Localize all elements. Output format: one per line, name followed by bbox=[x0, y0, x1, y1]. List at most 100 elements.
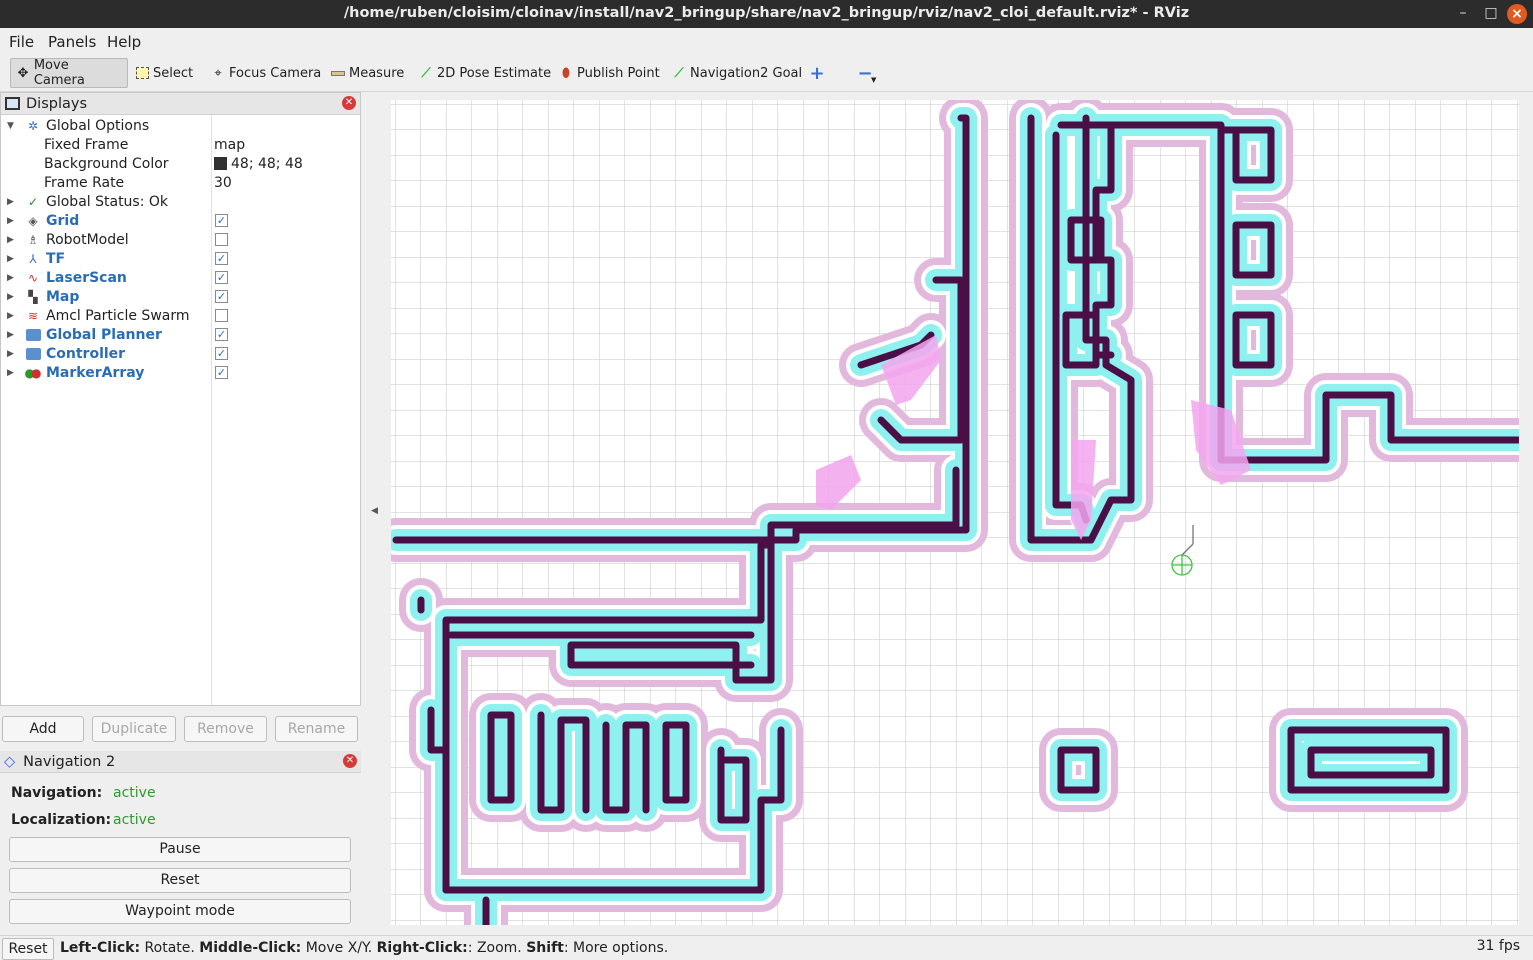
tree-row-background-color[interactable]: Background Color 48; 48; 48 bbox=[1, 154, 360, 173]
property-value[interactable]: map bbox=[214, 137, 245, 153]
pose-array-icon: ≋ bbox=[27, 308, 39, 323]
hint-key: Left-Click: bbox=[60, 940, 141, 956]
tree-row-global-status[interactable]: ▶ ✓ Global Status: Ok bbox=[1, 192, 360, 211]
measure-tool[interactable]: Measure bbox=[326, 58, 408, 88]
remove-tool-button[interactable]: − ▼ bbox=[853, 58, 880, 88]
select-icon bbox=[134, 65, 150, 81]
measure-icon bbox=[330, 65, 346, 81]
reset-navigation-button[interactable]: Reset bbox=[9, 868, 351, 893]
tree-row-tf[interactable]: ▶ ⅄ TF ✓ bbox=[1, 249, 360, 268]
add-tool-button[interactable]: + bbox=[805, 58, 832, 88]
tree-row-markerarray[interactable]: ▶ ● ● MarkerArray ✓ bbox=[1, 363, 360, 382]
rename-display-button[interactable]: Rename bbox=[275, 716, 358, 742]
collapse-left-icon[interactable]: ◀ bbox=[371, 506, 378, 516]
navigation2-panel: ◇ Navigation 2 ✕ Navigation: active Loca… bbox=[0, 751, 361, 933]
close-icon[interactable]: ✕ bbox=[343, 754, 357, 768]
displays-panel-header: Displays ✕ bbox=[1, 93, 360, 115]
color-value: 48; 48; 48 bbox=[231, 155, 303, 172]
tree-row-laserscan[interactable]: ▶ ∿ LaserScan ✓ bbox=[1, 268, 360, 287]
add-display-button[interactable]: Add bbox=[2, 716, 84, 742]
checkbox-unchecked[interactable] bbox=[215, 309, 228, 322]
expand-arrow-icon[interactable]: ▶ bbox=[7, 254, 14, 264]
menu-panels[interactable]: Panels bbox=[48, 33, 96, 51]
expand-arrow-icon[interactable]: ▶ bbox=[7, 330, 14, 340]
checkbox-checked[interactable]: ✓ bbox=[215, 214, 228, 227]
tree-row-controller[interactable]: ▶ Controller ✓ bbox=[1, 344, 360, 363]
hint-key: Middle-Click: bbox=[199, 940, 302, 956]
dropdown-arrow-icon: ▼ bbox=[871, 76, 877, 84]
window-title: /home/ruben/cloisim/cloinav/install/nav2… bbox=[343, 5, 1190, 21]
localization-status: active bbox=[113, 812, 156, 828]
gear-icon: ✲ bbox=[27, 118, 39, 133]
viewport-scrollbar[interactable] bbox=[1519, 92, 1533, 925]
close-icon[interactable]: × bbox=[1507, 4, 1527, 24]
monitor-icon bbox=[5, 97, 20, 110]
property-name: Frame Rate bbox=[44, 174, 125, 191]
waypoint-mode-button[interactable]: Waypoint mode bbox=[9, 899, 351, 924]
hint-text: : Zoom. bbox=[467, 940, 527, 956]
expand-arrow-icon[interactable]: ▶ bbox=[7, 197, 14, 207]
hint-text: : More options. bbox=[563, 940, 669, 956]
statusbar: Reset Left-Click: Rotate. Middle-Click: … bbox=[0, 935, 1533, 960]
expand-arrow-icon[interactable]: ▶ bbox=[7, 349, 14, 359]
checkbox-checked[interactable]: ✓ bbox=[215, 252, 228, 265]
nav-goal-icon: ⟋ bbox=[674, 65, 684, 81]
expand-arrow-icon[interactable]: ▶ bbox=[7, 235, 14, 245]
tree-label: Global Options bbox=[46, 117, 150, 134]
collapse-arrow-icon[interactable]: ▼ bbox=[7, 121, 14, 131]
menubar: File Panels Help bbox=[0, 28, 1533, 54]
checkbox-unchecked[interactable] bbox=[215, 233, 228, 246]
tree-row-global-options[interactable]: ▼ ✲ Global Options bbox=[1, 116, 360, 135]
expand-arrow-icon[interactable]: ▶ bbox=[7, 292, 14, 302]
tree-row-map[interactable]: ▶ ▚ Map ✓ bbox=[1, 287, 360, 306]
maximize-icon[interactable]: □ bbox=[1481, 4, 1501, 24]
property-value[interactable]: 48; 48; 48 bbox=[214, 156, 303, 172]
pause-button[interactable]: Pause bbox=[9, 837, 351, 862]
expand-arrow-icon[interactable]: ▶ bbox=[7, 273, 14, 283]
tree-row-grid[interactable]: ▶ ◈ Grid ✓ bbox=[1, 211, 360, 230]
tree-label: MarkerArray bbox=[46, 364, 145, 381]
minimize-icon[interactable]: – bbox=[1453, 4, 1473, 24]
hint-text: Move X/Y. bbox=[301, 940, 377, 956]
reset-view-button[interactable]: Reset bbox=[2, 938, 54, 960]
tree-row-amcl-particle-swarm[interactable]: ▶ ≋ Amcl Particle Swarm bbox=[1, 306, 360, 325]
nav-goal-tool[interactable]: ⟋ Navigation2 Goal bbox=[667, 58, 806, 88]
property-name: Fixed Frame bbox=[44, 136, 129, 153]
select-tool[interactable]: Select bbox=[130, 58, 197, 88]
focus-camera-tool[interactable]: ⌖ Focus Camera bbox=[206, 58, 325, 88]
expand-arrow-icon[interactable]: ▶ bbox=[7, 216, 14, 226]
tf-icon: ⅄ bbox=[29, 251, 37, 266]
checkbox-checked[interactable]: ✓ bbox=[215, 366, 228, 379]
render-viewport[interactable] bbox=[391, 100, 1519, 925]
pose-estimate-tool[interactable]: ⟋ 2D Pose Estimate bbox=[414, 58, 555, 88]
tree-row-fixed-frame[interactable]: Fixed Frame map bbox=[1, 135, 360, 154]
checkmark-icon: ✓ bbox=[27, 194, 39, 209]
checkbox-checked[interactable]: ✓ bbox=[215, 328, 228, 341]
menu-file[interactable]: File bbox=[9, 33, 34, 51]
hint-text: Rotate. bbox=[140, 940, 200, 956]
checkbox-checked[interactable]: ✓ bbox=[215, 271, 228, 284]
map-icon: ▚ bbox=[28, 289, 38, 304]
property-value[interactable]: 30 bbox=[214, 175, 232, 191]
remove-display-button[interactable]: Remove bbox=[184, 716, 267, 742]
duplicate-display-button[interactable]: Duplicate bbox=[92, 716, 176, 742]
tool-label: 2D Pose Estimate bbox=[437, 65, 552, 81]
navigation-label: Navigation: bbox=[11, 785, 103, 801]
menu-help[interactable]: Help bbox=[107, 33, 141, 51]
tool-label: Select bbox=[153, 65, 194, 81]
close-icon[interactable]: ✕ bbox=[342, 96, 356, 110]
expand-arrow-icon[interactable]: ▶ bbox=[7, 311, 14, 321]
checkbox-checked[interactable]: ✓ bbox=[215, 290, 228, 303]
map-canvas[interactable] bbox=[391, 100, 1519, 925]
tree-row-global-planner[interactable]: ▶ Global Planner ✓ bbox=[1, 325, 360, 344]
tree-row-robotmodel[interactable]: ▶ ♗ RobotModel bbox=[1, 230, 360, 249]
checkbox-checked[interactable]: ✓ bbox=[215, 347, 228, 360]
tree-row-frame-rate[interactable]: Frame Rate 30 bbox=[1, 173, 360, 192]
move-camera-tool[interactable]: ✥ Move Camera bbox=[10, 58, 128, 88]
panel-splitter[interactable]: ◀ bbox=[361, 92, 391, 925]
tree-label: Global Planner bbox=[46, 326, 162, 343]
tree-label: Grid bbox=[46, 212, 80, 229]
expand-arrow-icon[interactable]: ▶ bbox=[7, 368, 14, 378]
tree-label: LaserScan bbox=[46, 269, 127, 286]
publish-point-tool[interactable]: ⬮ Publish Point bbox=[554, 58, 664, 88]
